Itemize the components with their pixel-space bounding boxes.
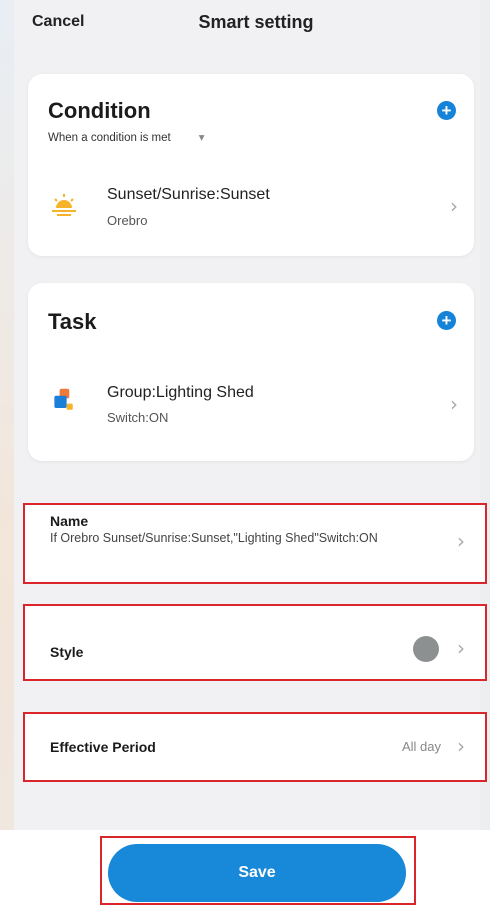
- effective-period-setting[interactable]: Effective Period All day ›: [23, 712, 487, 782]
- condition-item-subtitle: Orebro: [107, 213, 148, 228]
- sunset-icon: [52, 194, 76, 216]
- add-condition-button[interactable]: +: [437, 101, 456, 120]
- plus-circle-icon: +: [441, 101, 452, 120]
- style-setting[interactable]: Style ›: [23, 604, 487, 681]
- condition-heading: Condition: [48, 98, 151, 123]
- plus-circle-icon: +: [441, 311, 452, 330]
- save-button[interactable]: Save: [108, 844, 406, 902]
- background-strip: [0, 0, 14, 905]
- page-title: Smart setting: [198, 12, 314, 32]
- task-item-title: Group:Lighting Shed: [107, 384, 254, 401]
- chevron-right-icon: ›: [457, 636, 465, 660]
- condition-mode-select[interactable]: When a condition is met ▾: [48, 130, 205, 144]
- style-color-swatch: [413, 636, 439, 662]
- condition-item-title: Sunset/Sunrise:Sunset: [107, 186, 270, 203]
- name-setting[interactable]: Name If Orebro Sunset/Sunrise:Sunset,"Li…: [23, 503, 487, 584]
- effective-period-label: Effective Period: [50, 739, 156, 755]
- chevron-right-icon: ›: [457, 529, 465, 553]
- chevron-right-icon: ›: [450, 194, 458, 218]
- group-icon: [54, 388, 73, 410]
- header: Cancel Smart setting: [0, 0, 490, 48]
- style-label: Style: [50, 644, 84, 660]
- add-task-button[interactable]: +: [437, 311, 456, 330]
- chevron-down-icon: ▾: [198, 132, 205, 144]
- task-card: Task + Group:Lighting Shed Switch:ON ›: [28, 283, 474, 461]
- task-item-subtitle: Switch:ON: [107, 410, 169, 425]
- chevron-right-icon: ›: [450, 392, 458, 416]
- task-heading: Task: [48, 309, 97, 334]
- task-item[interactable]: Group:Lighting Shed Switch:ON ›: [28, 375, 474, 435]
- name-value: If Orebro Sunset/Sunrise:Sunset,"Lightin…: [50, 531, 378, 545]
- condition-card: Condition When a condition is met ▾ + Sun…: [28, 74, 474, 256]
- effective-period-value: All day: [401, 739, 441, 754]
- condition-item[interactable]: Sunset/Sunrise:Sunset Orebro ›: [28, 176, 474, 236]
- condition-mode-label: When a condition is met: [48, 132, 171, 144]
- chevron-right-icon: ›: [457, 734, 465, 758]
- name-label: Name: [50, 513, 89, 529]
